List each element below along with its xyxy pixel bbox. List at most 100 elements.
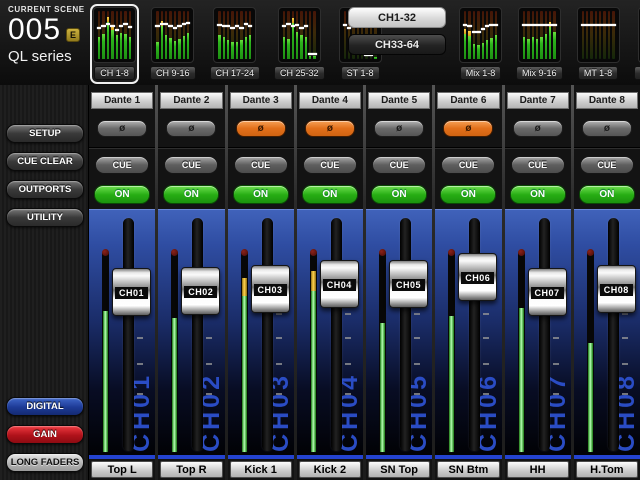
- cue-button[interactable]: CUE: [580, 156, 634, 174]
- fader-knob[interactable]: CH05: [389, 260, 428, 308]
- meter-bridge-tab-master[interactable]: Master: [631, 4, 640, 84]
- fader-knob[interactable]: CH08: [597, 265, 636, 313]
- cue-button[interactable]: CUE: [164, 156, 218, 174]
- cue-clear-button[interactable]: CUE CLEAR: [6, 152, 84, 171]
- long-faders-button[interactable]: LONG FADERS: [6, 453, 84, 472]
- on-button[interactable]: ON: [510, 185, 566, 204]
- phase-button[interactable]: ø: [305, 120, 355, 137]
- on-button[interactable]: ON: [163, 185, 219, 204]
- fader-scale-tick: [137, 363, 143, 365]
- mini-meter-bar: [187, 11, 189, 59]
- mini-meter-bar: [527, 11, 529, 59]
- meter-bridge-tab-ch-9-16[interactable]: CH 9-16: [147, 4, 199, 84]
- fader-track[interactable]: [608, 218, 619, 451]
- mini-meter-bar: [236, 11, 238, 59]
- phase-button[interactable]: ø: [443, 120, 493, 137]
- fader-track[interactable]: [400, 218, 411, 451]
- channel-name[interactable]: Top L: [91, 461, 153, 478]
- phase-button[interactable]: ø: [97, 120, 147, 137]
- level-meter: [518, 250, 525, 453]
- fader-track[interactable]: [262, 218, 273, 451]
- on-button[interactable]: ON: [233, 185, 289, 204]
- fader-scale-tick: [276, 393, 282, 395]
- meter-peak-dot: [310, 249, 317, 256]
- strip-divider: [366, 147, 432, 149]
- bank-ch33-64-button[interactable]: CH33-64: [348, 34, 446, 55]
- cue-button[interactable]: CUE: [511, 156, 565, 174]
- meter-bridge-tab-ch-25-32[interactable]: CH 25-32: [271, 4, 328, 84]
- cue-button[interactable]: CUE: [372, 156, 426, 174]
- on-button[interactable]: ON: [579, 185, 635, 204]
- bank-ch1-32-button[interactable]: CH1-32: [348, 7, 446, 28]
- channel-name[interactable]: Kick 1: [230, 461, 292, 478]
- meter-bridge-tab-mix-9-16[interactable]: Mix 9-16: [513, 4, 566, 84]
- meter-green-bar: [519, 308, 524, 452]
- meter-bridge-tab-label: CH 1-8: [94, 66, 135, 80]
- fader-track[interactable]: [331, 218, 342, 451]
- meter-peak-dot: [448, 249, 455, 256]
- cue-button[interactable]: CUE: [441, 156, 495, 174]
- patch-label: Dante 5: [368, 92, 430, 109]
- fader-knob[interactable]: CH01: [112, 268, 151, 316]
- cue-button[interactable]: CUE: [234, 156, 288, 174]
- patch-label: Dante 2: [160, 92, 222, 109]
- fader-scale-tick: [414, 337, 420, 339]
- meter-bridge-tab-label: CH 17-24: [210, 66, 261, 80]
- gain-button[interactable]: GAIN: [6, 425, 84, 444]
- meter-bridge-tab-mt-1-8[interactable]: MT 1-8: [574, 4, 623, 84]
- meter-bridge-tab-ch-1-8[interactable]: CH 1-8: [90, 4, 139, 84]
- meter-green-bar: [103, 311, 108, 452]
- on-button[interactable]: ON: [94, 185, 150, 204]
- meter-bridge-left: CH 1-8 CH 9-16 CH 17-24 CH 25-32 ST 1-8: [90, 4, 385, 84]
- channel-name[interactable]: Kick 2: [299, 461, 361, 478]
- fader-knob[interactable]: CH06: [458, 253, 497, 301]
- fader-scale-tick: [553, 337, 559, 339]
- channel-name[interactable]: H.Tom: [576, 461, 638, 478]
- cue-button[interactable]: CUE: [303, 156, 357, 174]
- meter-bridge-tab-ch-17-24[interactable]: CH 17-24: [207, 4, 264, 84]
- meter-bridge-tab-label: CH 25-32: [274, 66, 325, 80]
- on-button[interactable]: ON: [371, 185, 427, 204]
- meter-bridge-screen: [278, 7, 321, 63]
- outports-button[interactable]: OUTPORTS: [6, 180, 84, 199]
- digital-button[interactable]: DIGITAL: [6, 397, 84, 416]
- fader-knob-label: CH02: [184, 286, 217, 298]
- scene-panel[interactable]: CURRENT SCENE 005 E QL series: [0, 0, 88, 85]
- setup-button[interactable]: SETUP: [6, 124, 84, 143]
- fader-panel: CH06 CH06: [435, 209, 501, 459]
- fader-scale-tick: [137, 337, 143, 339]
- mini-meter-bar: [586, 11, 588, 59]
- meter-peak-dot: [518, 249, 525, 256]
- fader-knob[interactable]: CH07: [528, 268, 567, 316]
- phase-button[interactable]: ø: [513, 120, 563, 137]
- channel-name[interactable]: Top R: [160, 461, 222, 478]
- fader-track[interactable]: [192, 218, 203, 451]
- phase-button[interactable]: ø: [166, 120, 216, 137]
- on-button[interactable]: ON: [440, 185, 496, 204]
- fader-panel: CH03 CH03: [228, 209, 294, 459]
- strip-bottom-accent: [158, 455, 224, 459]
- fader-knob[interactable]: CH03: [251, 265, 290, 313]
- phase-button[interactable]: ø: [236, 120, 286, 137]
- channel-name[interactable]: HH: [507, 461, 569, 478]
- phase-button[interactable]: ø: [374, 120, 424, 137]
- phase-button[interactable]: ø: [582, 120, 632, 137]
- channel-name[interactable]: SN Top: [368, 461, 430, 478]
- channel-name[interactable]: SN Btm: [437, 461, 499, 478]
- fader-scale-tick: [206, 337, 212, 339]
- meter-bridge-tab-label: ST 1-8: [341, 66, 380, 80]
- fader-knob[interactable]: CH04: [320, 260, 359, 308]
- fader-track[interactable]: [123, 218, 134, 451]
- fader-knob-label: CH04: [323, 279, 356, 291]
- fader-knob[interactable]: CH02: [181, 267, 220, 315]
- fader-track[interactable]: [539, 218, 550, 451]
- channel-strip-7: Dante 7 ø CUE ON CH07 CH07 HH: [505, 85, 571, 480]
- mini-meter-bar: [287, 11, 289, 59]
- meter-bridge-tab-mix-1-8[interactable]: Mix 1-8: [456, 4, 505, 84]
- mini-meter-bar: [523, 11, 525, 59]
- utility-button[interactable]: UTILITY: [6, 208, 84, 227]
- cue-button[interactable]: CUE: [95, 156, 149, 174]
- fader-scale-tick: [345, 337, 351, 339]
- fader-scale-tick: [276, 313, 282, 315]
- on-button[interactable]: ON: [302, 185, 358, 204]
